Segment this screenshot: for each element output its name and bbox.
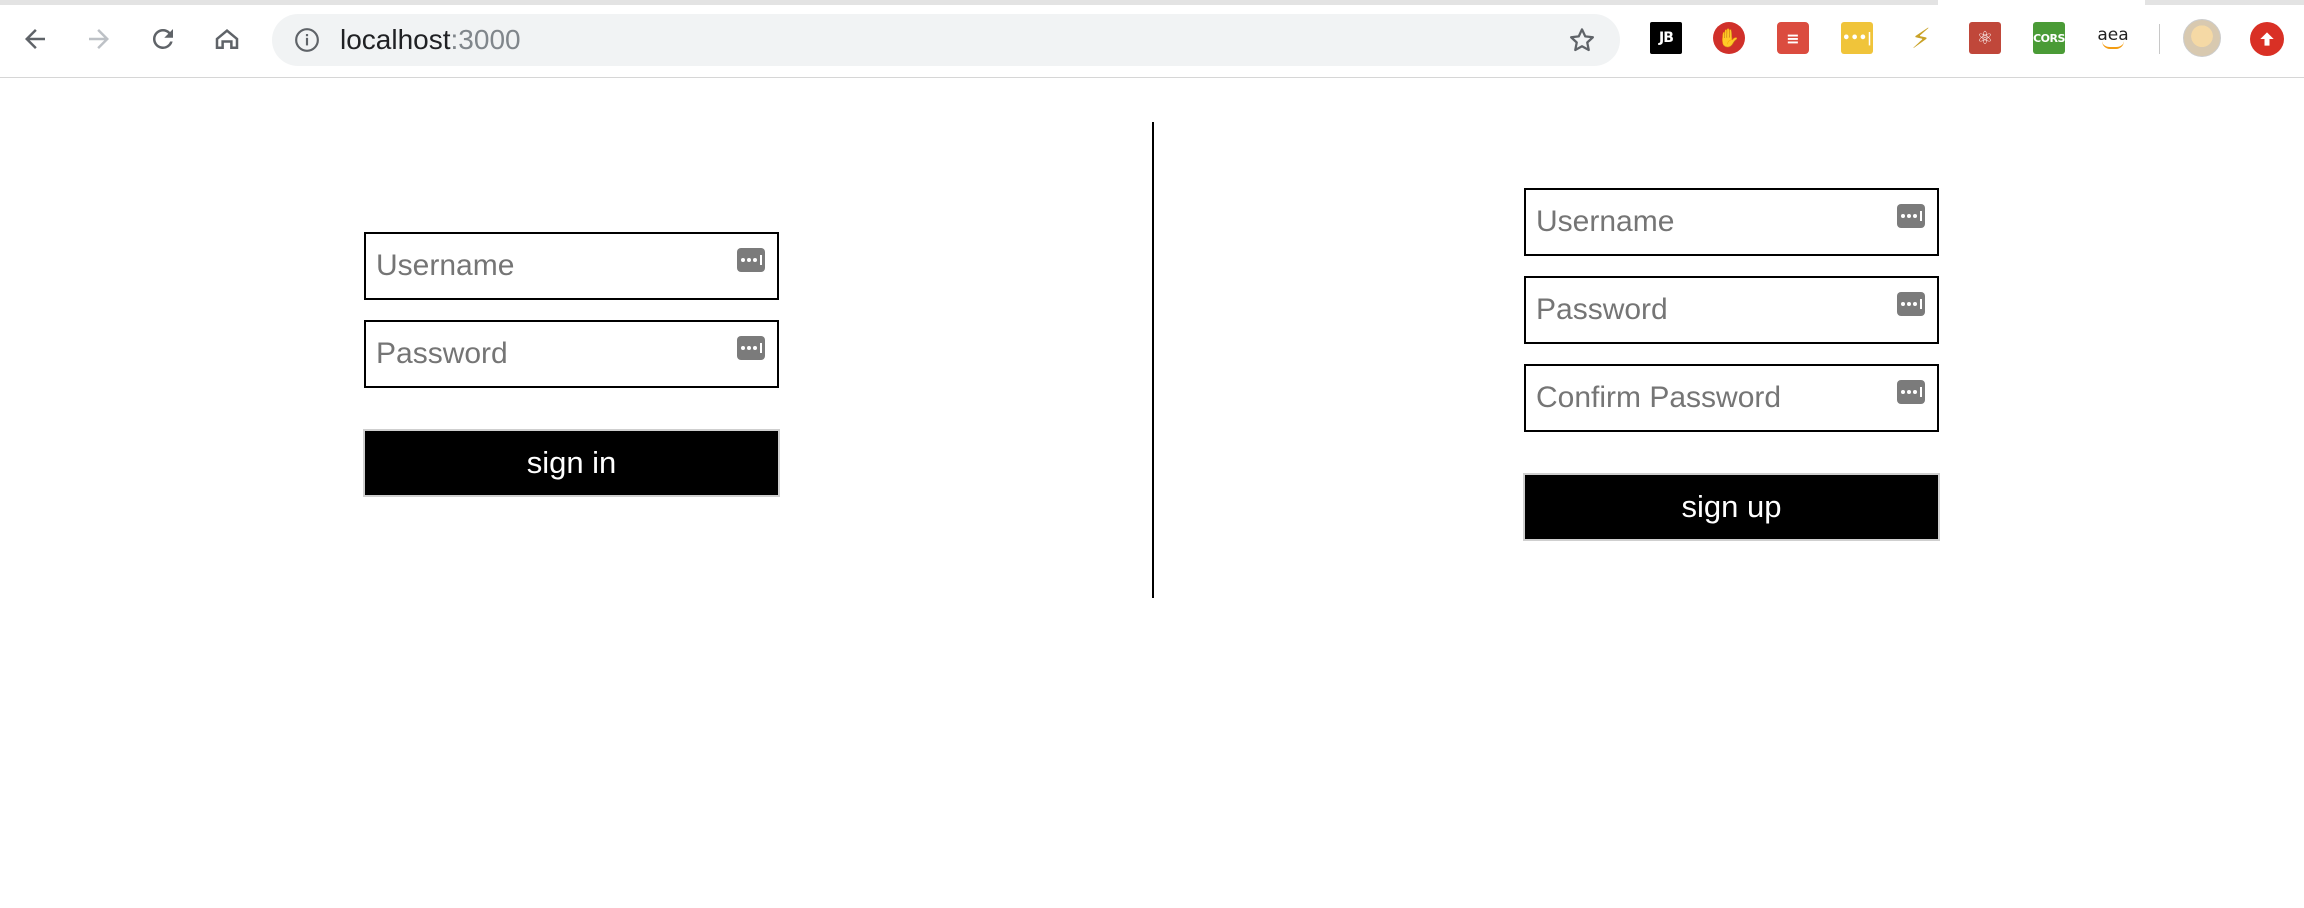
- arrow-up-icon: [2260, 32, 2274, 46]
- adblock-label: ✋: [1717, 27, 1741, 49]
- cors-label: CORS: [2033, 31, 2065, 45]
- bookmark-star-icon[interactable]: [1567, 25, 1597, 55]
- url-text[interactable]: localhost:3000: [340, 24, 521, 56]
- todoist-extension-icon[interactable]: ≡: [1777, 22, 1809, 54]
- sign-up-username-field[interactable]: [1524, 188, 1939, 256]
- password-manager-icon[interactable]: [737, 336, 765, 360]
- adblock-extension-icon[interactable]: ✋: [1713, 22, 1745, 54]
- tab-strip-edge-right: [2145, 0, 2304, 5]
- back-button[interactable]: [14, 18, 56, 60]
- react-devtools-extension-icon[interactable]: ⚛: [1969, 22, 2001, 54]
- password-ext-label: •••|: [1842, 30, 1872, 46]
- sign-in-password-field[interactable]: [364, 320, 779, 388]
- todoist-label: ≡: [1786, 28, 1800, 48]
- sign-in-button-label: sign in: [526, 445, 617, 480]
- sign-in-button[interactable]: sign in: [363, 429, 780, 497]
- sign-up-button-label: sign up: [1681, 489, 1782, 524]
- home-icon: [215, 29, 239, 49]
- jetbrains-label: JB: [1659, 30, 1674, 46]
- sign-up-confirm-password-input[interactable]: [1526, 366, 1937, 430]
- password-manager-icon[interactable]: [1897, 204, 1925, 228]
- form-divider: [1152, 122, 1154, 598]
- sign-in-username-field[interactable]: [364, 232, 779, 300]
- cors-extension-icon[interactable]: CORS: [2033, 22, 2065, 54]
- password-manager-icon[interactable]: [737, 248, 765, 272]
- bolt-extension-icon[interactable]: ⚡: [1905, 21, 1937, 55]
- reload-icon: [152, 28, 173, 49]
- update-button[interactable]: [2250, 22, 2284, 56]
- tab-strip-edge: [0, 0, 1938, 5]
- profile-avatar[interactable]: [2183, 19, 2221, 57]
- sign-up-button[interactable]: sign up: [1523, 473, 1940, 541]
- url-port: :3000: [450, 24, 521, 55]
- sign-in-username-input[interactable]: [366, 234, 777, 298]
- arrow-left-icon: [25, 29, 45, 49]
- react-label: ⚛: [1976, 27, 1994, 49]
- address-bar[interactable]: localhost:3000: [272, 14, 1620, 66]
- info-icon[interactable]: [294, 27, 320, 53]
- amazon-smile-icon: [2102, 41, 2124, 49]
- password-manager-icon[interactable]: [1897, 380, 1925, 404]
- password-manager-icon[interactable]: [1897, 292, 1925, 316]
- password-extension-icon[interactable]: •••|: [1841, 22, 1873, 54]
- sign-up-password-field[interactable]: [1524, 276, 1939, 344]
- reload-button[interactable]: [142, 18, 184, 60]
- sign-in-password-input[interactable]: [366, 322, 777, 386]
- jetbrains-extension-icon[interactable]: JB: [1650, 22, 1682, 54]
- bolt-label: ⚡: [1911, 21, 1931, 55]
- amazon-extension-icon[interactable]: aea: [2097, 22, 2129, 54]
- toolbar-separator: [2159, 24, 2160, 54]
- forward-button[interactable]: [78, 18, 120, 60]
- browser-toolbar: localhost:3000 JB ✋ ≡ •••| ⚡ ⚛ CORS aea: [0, 0, 2304, 78]
- arrow-right-icon: [89, 29, 109, 49]
- home-button[interactable]: [206, 18, 248, 60]
- url-host: localhost: [340, 24, 451, 55]
- sign-up-password-input[interactable]: [1526, 278, 1937, 342]
- sign-up-confirm-password-field[interactable]: [1524, 364, 1939, 432]
- sign-up-username-input[interactable]: [1526, 190, 1937, 254]
